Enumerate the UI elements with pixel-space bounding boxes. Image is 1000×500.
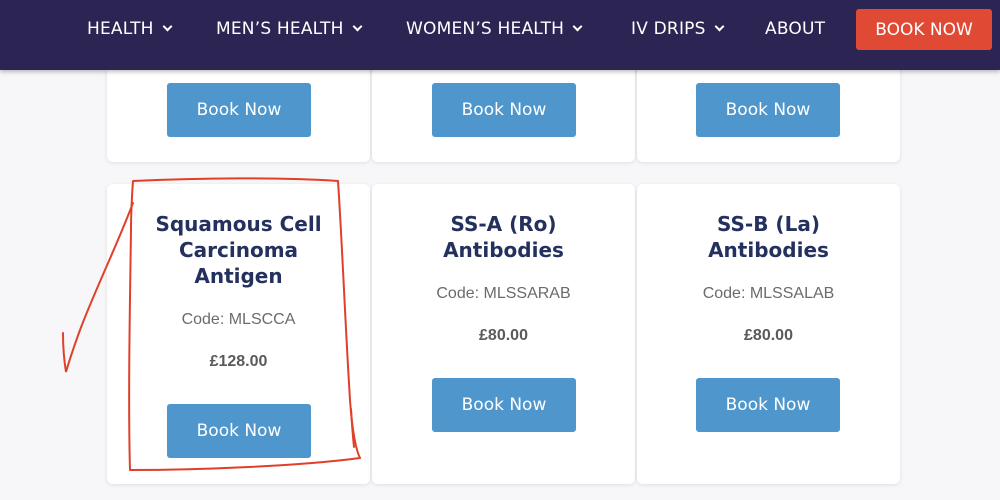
- nav-item-health[interactable]: HEALTH: [87, 0, 173, 58]
- chevron-down-icon: [572, 21, 583, 32]
- top-navbar: HEALTH MEN’S HEALTH WOMEN’S HEALTH IV DR…: [0, 0, 1000, 70]
- product-code: Code: MLSSARAB: [436, 285, 571, 302]
- product-card-ssb: SS-B (La) Antibodies Code: MLSSALAB £80.…: [637, 184, 900, 484]
- product-code: Code: MLSSALAB: [702, 285, 835, 302]
- product-card-ssa: SS-A (Ro) Antibodies Code: MLSSARAB £80.…: [372, 184, 635, 484]
- chevron-down-icon: [162, 21, 173, 32]
- product-title-line: Antibodies: [443, 238, 564, 262]
- book-now-button[interactable]: Book Now: [696, 83, 840, 137]
- nav-item-womens-health[interactable]: WOMEN’S HEALTH: [406, 0, 583, 58]
- product-title: SS-B (La) Antibodies: [637, 211, 900, 263]
- nav-item-iv-drips[interactable]: IV DRIPS: [631, 0, 725, 58]
- product-card-scca: Squamous Cell Carcinoma Antigen Code: ML…: [107, 184, 370, 484]
- chevron-down-icon: [352, 21, 363, 32]
- nav-item-label: HEALTH: [87, 19, 154, 39]
- product-title: SS-A (Ro) Antibodies: [372, 211, 635, 263]
- product-title-line: SS-A (Ro): [450, 212, 557, 236]
- chevron-down-icon: [714, 21, 725, 32]
- product-title-line: SS-B (La): [717, 212, 820, 236]
- product-price: £128.00: [209, 353, 268, 370]
- product-title-line: Squamous Cell: [155, 212, 322, 236]
- nav-item-about[interactable]: ABOUT: [765, 0, 825, 58]
- nav-item-mens-health[interactable]: MEN’S HEALTH: [216, 0, 363, 58]
- product-code: Code: MLSCCA: [181, 311, 296, 328]
- product-title-line: Antibodies: [708, 238, 829, 262]
- product-price: £80.00: [479, 327, 528, 344]
- book-now-button[interactable]: Book Now: [696, 378, 840, 432]
- nav-item-label: MEN’S HEALTH: [216, 19, 344, 39]
- book-now-button[interactable]: Book Now: [167, 404, 311, 458]
- nav-item-label: WOMEN’S HEALTH: [406, 19, 565, 39]
- book-now-button[interactable]: Book Now: [432, 378, 576, 432]
- product-title-line: Antigen: [194, 264, 283, 288]
- product-title-line: Carcinoma: [178, 238, 299, 262]
- product-price: £80.00: [744, 327, 793, 344]
- nav-item-label: IV DRIPS: [631, 19, 706, 39]
- book-now-nav-button[interactable]: BOOK NOW: [856, 9, 992, 50]
- book-now-button[interactable]: Book Now: [167, 83, 311, 137]
- nav-item-label: ABOUT: [765, 19, 826, 39]
- product-title: Squamous Cell Carcinoma Antigen: [107, 211, 370, 289]
- book-now-button[interactable]: Book Now: [432, 83, 576, 137]
